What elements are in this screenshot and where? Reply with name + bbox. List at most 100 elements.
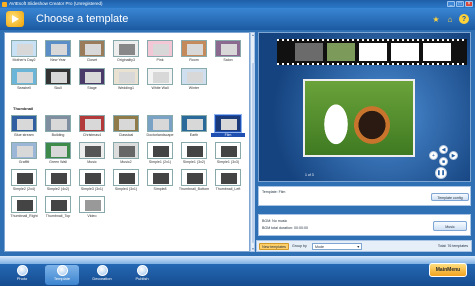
template-grid-row4: Graffiti Green Wall Music Music2 Simple1… bbox=[7, 141, 245, 168]
help-icon[interactable]: ? bbox=[459, 14, 469, 24]
template-tile[interactable]: Simple2 (4x2) bbox=[41, 168, 75, 195]
template-tile[interactable]: Closet bbox=[75, 39, 109, 66]
window-title: AVIEsoft Slideshow Creator Pro (Unregist… bbox=[9, 1, 103, 6]
template-tile[interactable]: Simple1 (2x1) bbox=[143, 141, 177, 168]
photo-icon bbox=[16, 265, 28, 276]
template-thumbnail bbox=[181, 169, 207, 186]
scroll-up-icon[interactable]: ▲ bbox=[251, 33, 255, 37]
bgm-duration: BGM total duration: 00:00:00 bbox=[262, 226, 308, 230]
template-tile[interactable]: New Year bbox=[41, 39, 75, 66]
gallery-scrollbar[interactable]: ▲ ▼ bbox=[250, 32, 255, 252]
template-tile[interactable]: Music bbox=[75, 141, 109, 168]
tab-template[interactable]: Template bbox=[45, 265, 79, 285]
template-tile[interactable]: Stage bbox=[75, 67, 109, 94]
template-thumbnail bbox=[45, 40, 71, 57]
page-title: Choose a template bbox=[36, 13, 129, 25]
template-tile[interactable]: Simple1 (3x3) bbox=[211, 141, 245, 168]
template-tile[interactable]: Doctorlandscape bbox=[143, 114, 177, 141]
template-tile[interactable]: Green Wall bbox=[41, 141, 75, 168]
template-tile[interactable]: Simple2 (2x4) bbox=[7, 168, 41, 195]
template-tile[interactable]: Pink bbox=[143, 39, 177, 66]
group-by-select[interactable]: Mode ▼ bbox=[312, 243, 362, 250]
template-thumbnail bbox=[147, 142, 173, 159]
tab-photo[interactable]: Photo bbox=[5, 265, 39, 285]
template-tile[interactable]: Winter bbox=[177, 67, 211, 94]
template-tile[interactable]: Graffiti bbox=[7, 141, 41, 168]
template-gallery: Mother's Day2 New Year Closet Originalit… bbox=[4, 32, 250, 252]
template-label: Seashell bbox=[17, 86, 31, 90]
template-thumbnail bbox=[45, 196, 71, 213]
template-thumbnail bbox=[181, 68, 207, 85]
template-thumbnail bbox=[215, 115, 241, 132]
template-tile[interactable]: Blue stream bbox=[7, 114, 41, 141]
template-tile[interactable]: Simple1 (3x2) bbox=[177, 141, 211, 168]
template-tile[interactable]: Seashell bbox=[7, 67, 41, 94]
template-label: Salon bbox=[223, 58, 233, 62]
template-grid-row2: Seashell Skull Stage Wedding1 White Wall… bbox=[7, 67, 245, 94]
template-info-panel: Template: Film Template config bbox=[258, 186, 471, 206]
main-menu-button[interactable]: MainMenu bbox=[429, 263, 467, 277]
template-label: White Wall bbox=[151, 86, 169, 90]
template-config-button[interactable]: Template config bbox=[431, 193, 469, 201]
stop-icon[interactable]: ■ bbox=[439, 157, 448, 166]
template-tile[interactable]: Thumbnail_Right bbox=[7, 195, 41, 222]
template-tile[interactable]: Earth bbox=[177, 114, 211, 141]
template-tile[interactable]: Wedding1 bbox=[109, 67, 143, 94]
template-thumbnail bbox=[181, 115, 207, 132]
tab-decoration[interactable]: Decoration bbox=[85, 265, 119, 285]
template-tile[interactable]: Video bbox=[75, 195, 109, 222]
template-tile[interactable]: Building bbox=[41, 114, 75, 141]
template-thumbnail bbox=[147, 68, 173, 85]
template-tile[interactable]: Classical bbox=[109, 114, 143, 141]
template-thumbnail bbox=[113, 169, 139, 186]
template-tile[interactable]: Music2 bbox=[109, 141, 143, 168]
template-tile[interactable]: Simple3 (3x1) bbox=[75, 168, 109, 195]
app-icon bbox=[2, 1, 7, 7]
maximize-button[interactable]: □ bbox=[456, 1, 464, 7]
template-label: Simple8 bbox=[153, 187, 167, 191]
zoom-in-icon[interactable]: + bbox=[429, 151, 438, 160]
template-tile[interactable]: Mother's Day2 bbox=[7, 39, 41, 66]
minimize-button[interactable]: _ bbox=[447, 1, 455, 7]
template-thumbnail bbox=[215, 169, 241, 186]
template-tile[interactable]: Skull bbox=[41, 67, 75, 94]
scroll-down-icon[interactable]: ▼ bbox=[251, 247, 255, 251]
template-thumbnail bbox=[45, 142, 71, 159]
star-icon[interactable]: ★ bbox=[431, 14, 441, 24]
template-label: Earth bbox=[189, 133, 199, 137]
close-button[interactable]: × bbox=[465, 1, 473, 7]
template-tile[interactable]: White Wall bbox=[143, 67, 177, 94]
template-tile[interactable]: Room bbox=[177, 39, 211, 66]
window-titlebar: AVIEsoft Slideshow Creator Pro (Unregist… bbox=[0, 0, 475, 8]
tab-publish[interactable]: Publish bbox=[125, 265, 159, 285]
template-tile[interactable]: Salon bbox=[211, 39, 245, 66]
pause-icon[interactable]: ❚❚ bbox=[435, 167, 447, 179]
template-tile[interactable]: Christmas4 bbox=[75, 114, 109, 141]
template-tile[interactable]: Thumbnail_Left bbox=[211, 168, 245, 195]
template-tile-selected[interactable]: Film bbox=[211, 114, 245, 141]
template-thumbnail bbox=[181, 40, 207, 57]
template-label: New Year bbox=[50, 58, 66, 62]
next-icon[interactable]: ▶ bbox=[449, 151, 458, 160]
music-button[interactable]: Music bbox=[433, 221, 467, 231]
preview-photo bbox=[303, 79, 415, 157]
scrollbar-thumb[interactable] bbox=[251, 63, 255, 243]
home-icon[interactable]: ⌂ bbox=[445, 14, 455, 24]
music-info-panel: BGM: No music BGM total duration: 00:00:… bbox=[258, 214, 471, 236]
template-label: Classical bbox=[118, 133, 134, 137]
template-tile[interactable]: Thumbnail_Top bbox=[41, 195, 75, 222]
template-thumbnail bbox=[11, 142, 37, 159]
decoration-icon bbox=[96, 265, 108, 276]
template-tile[interactable]: Simple4 (3x1) bbox=[109, 168, 143, 195]
template-label: Thumbnail_Bottom bbox=[178, 187, 210, 191]
template-thumbnail bbox=[215, 40, 241, 57]
previous-icon[interactable]: ◀ bbox=[439, 145, 448, 154]
template-label: Simple4 (3x1) bbox=[114, 187, 138, 191]
template-label: Originality3 bbox=[117, 58, 135, 62]
template-tile[interactable]: Originality3 bbox=[109, 39, 143, 66]
template-tile[interactable]: Simple8 bbox=[143, 168, 177, 195]
template-tile[interactable]: Thumbnail_Bottom bbox=[177, 168, 211, 195]
template-label: Wedding1 bbox=[117, 86, 135, 90]
template-label: Blue stream bbox=[14, 133, 34, 137]
new-templates-button[interactable]: New templates bbox=[259, 243, 289, 250]
